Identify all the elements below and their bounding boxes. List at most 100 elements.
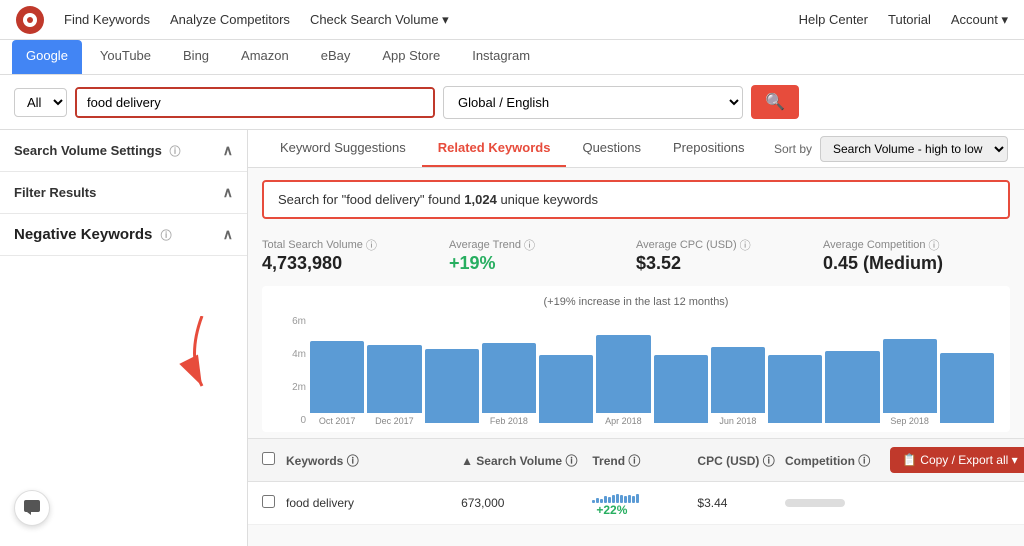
stat-avg-trend-label: Average Trend ⓘ — [449, 237, 636, 253]
tutorial-link[interactable]: Tutorial — [888, 12, 931, 27]
chart-bar-group: Dec 2017 — [367, 345, 421, 426]
tab-bing[interactable]: Bing — [169, 40, 223, 74]
stat-info-icon: ⓘ — [366, 237, 377, 253]
chart-bar — [825, 351, 879, 423]
row-checkbox[interactable] — [262, 495, 275, 508]
chart-bar-group — [654, 355, 708, 426]
cpc-col-info-icon: ⓘ — [763, 454, 775, 468]
check-search-volume-link[interactable]: Check Search Volume ▾ — [310, 12, 449, 28]
stat-avg-trend: Average Trend ⓘ +19% — [449, 237, 636, 274]
trend-pct: +22% — [596, 503, 627, 517]
sidebar-section-negative-header[interactable]: Negative Keywords ⓘ ∧ — [0, 214, 247, 255]
tab-keyword-suggestions[interactable]: Keyword Suggestions — [264, 130, 422, 167]
sidebar-section-filter-header[interactable]: Filter Results ∧ — [0, 172, 247, 213]
tab-amazon[interactable]: Amazon — [227, 40, 303, 74]
chart-bar-group: Oct 2017 — [310, 341, 364, 426]
results-count: 1,024 — [464, 192, 497, 207]
logo-icon — [16, 6, 44, 34]
tab-prepositions[interactable]: Prepositions — [657, 130, 761, 167]
tab-related-keywords[interactable]: Related Keywords — [422, 130, 567, 167]
trend-bars — [592, 489, 697, 503]
stat-avg-cpc-value: $3.52 — [636, 253, 823, 274]
trend-bar-segment — [628, 495, 631, 503]
keyword-info-icon: ⓘ — [347, 454, 359, 468]
results-prefix: Search for "food delivery" found — [278, 192, 464, 207]
sort-by-select[interactable]: Search Volume - high to low — [820, 136, 1008, 162]
sidebar-section-volume: Search Volume Settings ⓘ ∧ — [0, 130, 247, 172]
competition-bar — [785, 499, 845, 507]
volume-col-info-icon: ⓘ — [565, 454, 577, 468]
tab-ebay[interactable]: eBay — [307, 40, 365, 74]
chart-title: (+19% increase in the last 12 months) — [278, 296, 994, 308]
row-volume: 673,000 — [461, 496, 592, 510]
col-cpc-header: CPC (USD) ⓘ — [697, 452, 785, 469]
chart-bar — [883, 339, 937, 413]
search-input[interactable] — [77, 89, 433, 116]
language-select[interactable]: Global / English — [443, 86, 743, 119]
sidebar-section-volume-header[interactable]: Search Volume Settings ⓘ ∧ — [0, 130, 247, 171]
col-trend-header: Trend ⓘ — [592, 452, 697, 469]
row-cpc: $3.44 — [697, 496, 785, 510]
trend-bar-segment — [592, 500, 595, 503]
results-suffix: unique keywords — [497, 192, 598, 207]
trend-col-info-icon: ⓘ — [628, 454, 640, 468]
col-check — [262, 452, 286, 468]
stat-avg-comp-label: Average Competition ⓘ — [823, 237, 1010, 253]
chart-bar — [768, 355, 822, 423]
chart-bar — [482, 343, 536, 413]
chart-bar-label: Jun 2018 — [719, 416, 756, 426]
stat-total-volume-value: 4,733,980 — [262, 253, 449, 274]
tab-google[interactable]: Google — [12, 40, 82, 74]
chart-y-axis: 6m 4m 2m 0 — [278, 316, 306, 426]
chart-bar — [367, 345, 421, 413]
results-info-box: Search for "food delivery" found 1,024 u… — [262, 180, 1010, 219]
chart-bar-label: Apr 2018 — [605, 416, 642, 426]
sidebar-down-arrow — [177, 316, 227, 396]
trend-bar-segment — [636, 494, 639, 503]
col-keyword-header: Keywords ⓘ — [286, 452, 461, 469]
row-keyword: food delivery — [286, 496, 461, 510]
select-all-checkbox[interactable] — [262, 452, 275, 465]
row-check — [262, 495, 286, 511]
volume-info-icon: ⓘ — [169, 146, 180, 158]
sidebar-section-filter: Filter Results ∧ — [0, 172, 247, 214]
trend-bar-segment — [620, 495, 623, 503]
analyze-competitors-link[interactable]: Analyze Competitors — [170, 12, 290, 28]
find-keywords-link[interactable]: Find Keywords — [64, 12, 150, 28]
chart-bar-group: Apr 2018 — [596, 335, 650, 426]
chart-bar-group — [768, 355, 822, 426]
language-select-wrapper: Global / English — [443, 86, 743, 119]
chart-bar-label: Dec 2017 — [375, 416, 414, 426]
chart-container: (+19% increase in the last 12 months) 6m… — [262, 286, 1010, 432]
tab-questions[interactable]: Questions — [566, 130, 657, 167]
stat-avg-trend-value: +19% — [449, 253, 636, 274]
chart-bar-group: Feb 2018 — [482, 343, 536, 426]
content-tabs-bar: Keyword Suggestions Related Keywords Que… — [248, 130, 1024, 168]
chart-bar-label: Feb 2018 — [490, 416, 528, 426]
row-trend: +22% — [592, 489, 697, 517]
trend-bar-segment — [632, 496, 635, 503]
chart-bar — [940, 353, 994, 423]
help-center-link[interactable]: Help Center — [799, 12, 868, 27]
chart-bar-group: Jun 2018 — [711, 347, 765, 426]
chart-bar — [711, 347, 765, 413]
account-link[interactable]: Account ▾ — [951, 12, 1008, 28]
platform-tab-bar: Google YouTube Bing Amazon eBay App Stor… — [0, 40, 1024, 75]
nav-left: Find Keywords Analyze Competitors Check … — [16, 6, 449, 34]
stat-avg-cpc-label: Average CPC (USD) ⓘ — [636, 237, 823, 253]
sort-by-label: Sort by — [774, 142, 812, 156]
chart-bar-label: Sep 2018 — [890, 416, 929, 426]
tab-youtube[interactable]: YouTube — [86, 40, 165, 74]
volume-chevron-icon: ∧ — [223, 142, 233, 159]
filter-select[interactable]: All — [14, 88, 67, 117]
search-button[interactable]: 🔍 — [751, 85, 799, 119]
tab-appstore[interactable]: App Store — [368, 40, 454, 74]
main-layout: Search Volume Settings ⓘ ∧ Filter Result… — [0, 130, 1024, 546]
chat-bubble[interactable] — [14, 490, 50, 526]
nav-links: Find Keywords Analyze Competitors Check … — [64, 12, 449, 28]
trend-bar-segment — [612, 495, 615, 503]
negative-keywords-label: Negative Keywords ⓘ — [14, 226, 172, 243]
tab-instagram[interactable]: Instagram — [458, 40, 544, 74]
col-volume-header: ▲ Search Volume ⓘ — [461, 452, 592, 469]
copy-export-button[interactable]: 📋 Copy / Export all ▾ — [890, 447, 1024, 473]
